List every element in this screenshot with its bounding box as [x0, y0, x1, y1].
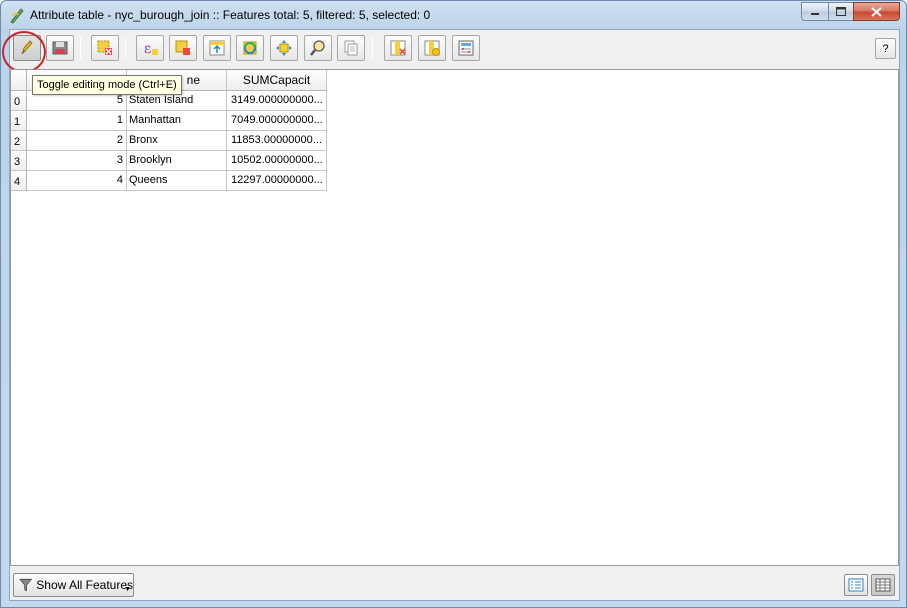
qgis-table-icon: [10, 8, 24, 24]
minimize-icon: [810, 13, 819, 15]
corner-header[interactable]: [11, 70, 27, 91]
column-header-sumcapacit[interactable]: SUMCapacit: [227, 70, 327, 91]
row-header[interactable]: 2: [11, 131, 27, 151]
table-cell-name[interactable]: Queens: [127, 171, 227, 191]
table-cell-capacity[interactable]: 7049.000000000...: [227, 111, 327, 131]
attribute-table-window: Attribute table - nyc_burough_join :: Fe…: [0, 0, 907, 608]
row-header[interactable]: 1: [11, 111, 27, 131]
delete-column-icon: [390, 40, 406, 56]
delete-features-icon: [97, 40, 112, 55]
feature-filter-label: Show All Features: [36, 578, 133, 592]
delete-column-button[interactable]: [384, 35, 412, 61]
invert-selection-button[interactable]: [236, 35, 264, 61]
table-cell-capacity[interactable]: 10502.00000000...: [227, 151, 327, 171]
table-view-icon: [875, 578, 891, 592]
table-cell-capacity[interactable]: 3149.000000000...: [227, 91, 327, 111]
attribute-toolbar: ε ?: [10, 30, 899, 68]
form-view-button[interactable]: [844, 574, 868, 596]
close-button[interactable]: [853, 2, 900, 21]
delete-selected-button[interactable]: [91, 35, 119, 61]
maximize-icon: [836, 7, 846, 16]
expression-icon: ε: [144, 41, 158, 57]
table-cell-capacity[interactable]: 11853.00000000...: [227, 131, 327, 151]
help-button[interactable]: ?: [875, 38, 896, 59]
save-icon: [52, 41, 68, 55]
new-column-icon: [424, 40, 440, 56]
pan-icon: [276, 40, 292, 56]
zoom-to-selected-button[interactable]: [304, 35, 332, 61]
bottom-bar: Show All Features ▼: [10, 568, 899, 600]
field-calculator-icon: [458, 40, 474, 56]
pan-to-selected-button[interactable]: [270, 35, 298, 61]
table-cell-id[interactable]: 2: [27, 131, 127, 151]
table-cell-id[interactable]: 4: [27, 171, 127, 191]
attribute-table-grid[interactable]: ne SUMCapacit 0 5 Staten Island 3149.000…: [10, 69, 899, 566]
table-cell-capacity[interactable]: 12297.00000000...: [227, 171, 327, 191]
row-header[interactable]: 0: [11, 91, 27, 111]
minimize-button[interactable]: [801, 2, 828, 21]
zoom-icon: [310, 40, 325, 56]
new-column-button[interactable]: [418, 35, 446, 61]
row-header[interactable]: 4: [11, 171, 27, 191]
unselect-icon: [175, 40, 190, 55]
copy-icon: [344, 40, 358, 56]
table-cell-name[interactable]: Brooklyn: [127, 151, 227, 171]
maximize-button[interactable]: [828, 2, 853, 21]
table-cell-name[interactable]: Manhattan: [127, 111, 227, 131]
table-cell-id[interactable]: 1: [27, 111, 127, 131]
table-cell-id[interactable]: 3: [27, 151, 127, 171]
close-icon: [871, 6, 882, 17]
svg-text:ε: ε: [144, 41, 151, 57]
row-header[interactable]: 3: [11, 151, 27, 171]
chevron-down-icon: ▼: [124, 586, 131, 593]
move-selection-top-button[interactable]: [203, 35, 231, 61]
filter-icon: [19, 578, 33, 592]
move-top-icon: [209, 40, 225, 56]
invert-selection-icon: [243, 41, 257, 55]
toggle-editing-tooltip: Toggle editing mode (Ctrl+E): [32, 75, 182, 95]
table-view-button[interactable]: [871, 574, 895, 596]
title-bar[interactable]: Attribute table - nyc_burough_join :: Fe…: [1, 1, 906, 29]
unselect-all-button[interactable]: [169, 35, 197, 61]
window-title: Attribute table - nyc_burough_join :: Fe…: [30, 8, 431, 22]
feature-filter-dropdown[interactable]: Show All Features ▼: [13, 573, 134, 597]
field-calculator-button[interactable]: [452, 35, 480, 61]
highlight-circle: [2, 31, 46, 73]
form-view-icon: [848, 578, 864, 592]
attribute-table-client: ε ? ne SUMCapacit 0 5 Staten Island 3149…: [2, 29, 900, 601]
select-by-expression-button[interactable]: ε: [136, 35, 164, 61]
save-edits-button[interactable]: [46, 35, 74, 61]
table-cell-name[interactable]: Bronx: [127, 131, 227, 151]
copy-selected-button[interactable]: [337, 35, 365, 61]
